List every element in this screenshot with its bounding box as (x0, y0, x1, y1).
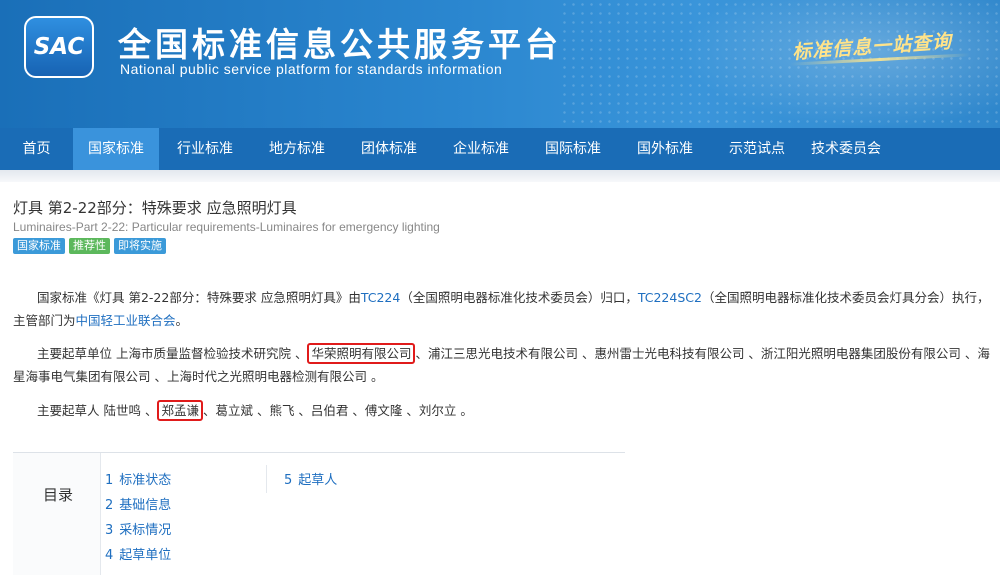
toc-item-adoption[interactable]: 3 采标情况 (105, 519, 171, 538)
p1-text-d: 。 (175, 313, 189, 328)
intro-paragraph-1: 国家标准《灯具 第2-22部分：特殊要求 应急照明灯具》由TC224（全国照明电… (13, 286, 993, 332)
nav-item-foreign-standard[interactable]: 国外标准 (619, 128, 711, 170)
sac-logo[interactable]: SAC (24, 16, 94, 78)
nav-item-group-standard[interactable]: 团体标准 (343, 128, 435, 170)
badge-national-standard: 国家标准 (13, 238, 65, 254)
nav-item-home[interactable]: 首页 (0, 128, 73, 170)
site-header-banner: SAC 全国标准信息公共服务平台 National public service… (0, 0, 1000, 128)
tc224-link[interactable]: TC224 (361, 290, 401, 305)
toc-item-drafters[interactable]: 5 起草人 (284, 469, 337, 488)
nav-item-enterprise-standard[interactable]: 企业标准 (435, 128, 527, 170)
toc-label: 目录 (43, 486, 74, 504)
highlighted-company: 华荣照明有限公司 (307, 343, 416, 364)
intro-paragraph-3: 主要起草人 陆世鸣 、郑孟谦 、葛立斌 、熊飞 、吕伯君 、傅文隆 、刘尔立 。 (13, 399, 993, 422)
standard-title: 灯具 第2-22部分：特殊要求 应急照明灯具 (13, 199, 297, 217)
highlighted-drafter: 郑孟谦 (157, 400, 203, 421)
intro-paragraph-2: 主要起草单位 上海市质量监督检验技术研究院 、华荣照明有限公司 、浦江三思光电技术… (13, 342, 993, 388)
banner-glow (680, 0, 1000, 128)
toc-sidebar: 目录 (13, 453, 101, 575)
nav-shadow (0, 170, 1000, 182)
nav-item-technical-committee[interactable]: 技术委员会 (803, 128, 889, 170)
tc224sc2-link[interactable]: TC224SC2 (638, 290, 702, 305)
p2-text-a: 主要起草单位 上海市质量监督检验技术研究院 、 (37, 346, 308, 361)
toc-column-divider (266, 465, 267, 493)
toc-item-status[interactable]: 1 标准状态 (105, 469, 171, 488)
badge-upcoming: 即将实施 (114, 238, 166, 254)
badge-recommended: 推荐性 (69, 238, 110, 254)
sac-logo-text: SAC (33, 34, 85, 60)
nav-item-international-standard[interactable]: 国际标准 (527, 128, 619, 170)
nav-item-industry-standard[interactable]: 行业标准 (159, 128, 251, 170)
main-nav: 首页 国家标准 行业标准 地方标准 团体标准 企业标准 国际标准 国外标准 示范… (0, 128, 1000, 170)
nav-item-demo-pilot[interactable]: 示范试点 (711, 128, 803, 170)
toc-item-drafting-units[interactable]: 4 起草单位 (105, 544, 171, 563)
p3-text-a: 主要起草人 陆世鸣 、 (37, 403, 158, 418)
table-of-contents: 目录 1 标准状态 2 基础信息 3 采标情况 4 起草单位 5 起草人 (13, 453, 625, 575)
standard-badges: 国家标准 推荐性 即将实施 (13, 238, 166, 254)
site-title: 全国标准信息公共服务平台 (118, 25, 562, 64)
nav-item-local-standard[interactable]: 地方标准 (251, 128, 343, 170)
p1-text-a: 国家标准《灯具 第2-22部分：特殊要求 应急照明灯具》由 (37, 290, 361, 305)
toc-item-basic-info[interactable]: 2 基础信息 (105, 494, 171, 513)
p3-text-b: 、葛立斌 、熊飞 、吕伯君 、傅文隆 、刘尔立 。 (202, 403, 473, 418)
p1-text-b: （全国照明电器标准化技术委员会）归口， (400, 290, 638, 305)
standard-title-english: Luminaires-Part 2-22: Particular require… (13, 220, 440, 234)
site-subtitle: National public service platform for sta… (120, 61, 503, 77)
dept-link[interactable]: 中国轻工业联合会 (76, 313, 176, 328)
nav-item-national-standard[interactable]: 国家标准 (73, 128, 159, 170)
